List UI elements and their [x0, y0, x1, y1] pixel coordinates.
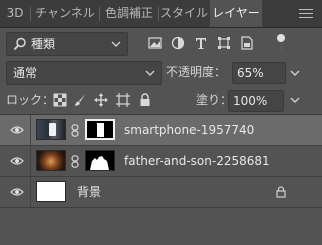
lock-image-pixels-brush-icon[interactable]	[73, 93, 87, 107]
filter-kind-label: 種類	[31, 37, 56, 51]
mask-link-chain-icon[interactable]	[70, 124, 80, 137]
blend-mode-row: 通常 不透明度： 65%	[0, 58, 322, 86]
phone-thumbnail-shape	[49, 123, 56, 136]
layer-lock-icon	[276, 186, 286, 198]
layers-panel: 3D チャンネル 色調補正 スタイル レイヤー 種類 通常 不透明度： 65% …	[0, 0, 322, 245]
opacity-value: 65%	[237, 66, 264, 80]
filter-pixel-layer-icon[interactable]	[148, 36, 162, 50]
lock-all-icon[interactable]	[138, 93, 152, 107]
search-icon	[13, 37, 26, 51]
filter-shape-layer-icon[interactable]	[217, 36, 231, 50]
blend-mode-value: 通常	[13, 66, 38, 80]
opacity-label: 不透明度：	[166, 65, 227, 79]
tab-channels[interactable]: チャンネル	[31, 0, 99, 27]
layer-divider	[30, 146, 31, 176]
panel-menu-icon[interactable]	[299, 9, 313, 19]
layer-name[interactable]: 背景	[77, 177, 101, 207]
eye-icon[interactable]	[10, 156, 24, 166]
opacity-chevron-down-icon[interactable]	[290, 68, 300, 78]
filter-type-layer-icon[interactable]	[194, 36, 208, 50]
layer-name[interactable]: father-and-son-2258681	[124, 146, 270, 176]
fill-input[interactable]: 100%	[228, 90, 284, 112]
chevron-down-icon	[145, 70, 155, 76]
layer-name[interactable]: smartphone-1957740	[124, 115, 254, 145]
filter-kind-dropdown[interactable]: 種類	[6, 32, 128, 56]
layer-mask-thumbnail[interactable]	[85, 150, 115, 171]
filter-adjustment-layer-icon[interactable]	[171, 36, 185, 50]
layer-row-background[interactable]: 背景	[0, 177, 322, 208]
layer-divider	[30, 115, 31, 145]
lock-row: ロック： 塗り： 100%	[0, 88, 322, 114]
tab-adjustments[interactable]: 色調補正	[100, 0, 158, 27]
tab-styles[interactable]: スタイル	[159, 0, 209, 27]
lock-position-move-icon[interactable]	[94, 93, 108, 107]
eye-icon[interactable]	[10, 125, 24, 135]
mask-white-area	[97, 123, 104, 137]
layer-thumbnail[interactable]	[36, 150, 66, 171]
lock-transparent-pixels-icon[interactable]	[53, 93, 67, 107]
tab-layers[interactable]: レイヤー	[210, 0, 262, 27]
layer-mask-thumbnail[interactable]	[85, 119, 115, 140]
layer-divider	[30, 177, 31, 207]
layer-row-smartphone[interactable]: smartphone-1957740	[0, 115, 322, 146]
mask-silhouette	[90, 156, 109, 170]
lock-artboard-icon[interactable]	[116, 93, 130, 107]
tab-3d[interactable]: 3D	[0, 0, 30, 27]
layer-thumbnail[interactable]	[36, 181, 66, 202]
layer-filter-row: 種類	[0, 28, 322, 58]
lock-label: ロック：	[6, 93, 55, 107]
mask-link-chain-icon[interactable]	[70, 155, 80, 168]
fill-label: 塗り：	[196, 93, 233, 107]
fill-value: 100%	[233, 94, 268, 108]
layer-thumbnail[interactable]	[36, 119, 66, 140]
blend-mode-dropdown[interactable]: 通常	[6, 61, 162, 85]
layer-row-father-and-son[interactable]: father-and-son-2258681	[0, 146, 322, 177]
filter-smart-object-icon[interactable]	[240, 36, 254, 50]
filter-toggle-icon[interactable]	[273, 33, 289, 53]
panel-tab-bar: 3D チャンネル 色調補正 スタイル レイヤー	[0, 0, 322, 28]
fill-chevron-down-icon[interactable]	[290, 95, 300, 105]
opacity-input[interactable]: 65%	[232, 62, 286, 84]
chevron-down-icon	[111, 41, 121, 47]
eye-icon[interactable]	[10, 187, 24, 197]
